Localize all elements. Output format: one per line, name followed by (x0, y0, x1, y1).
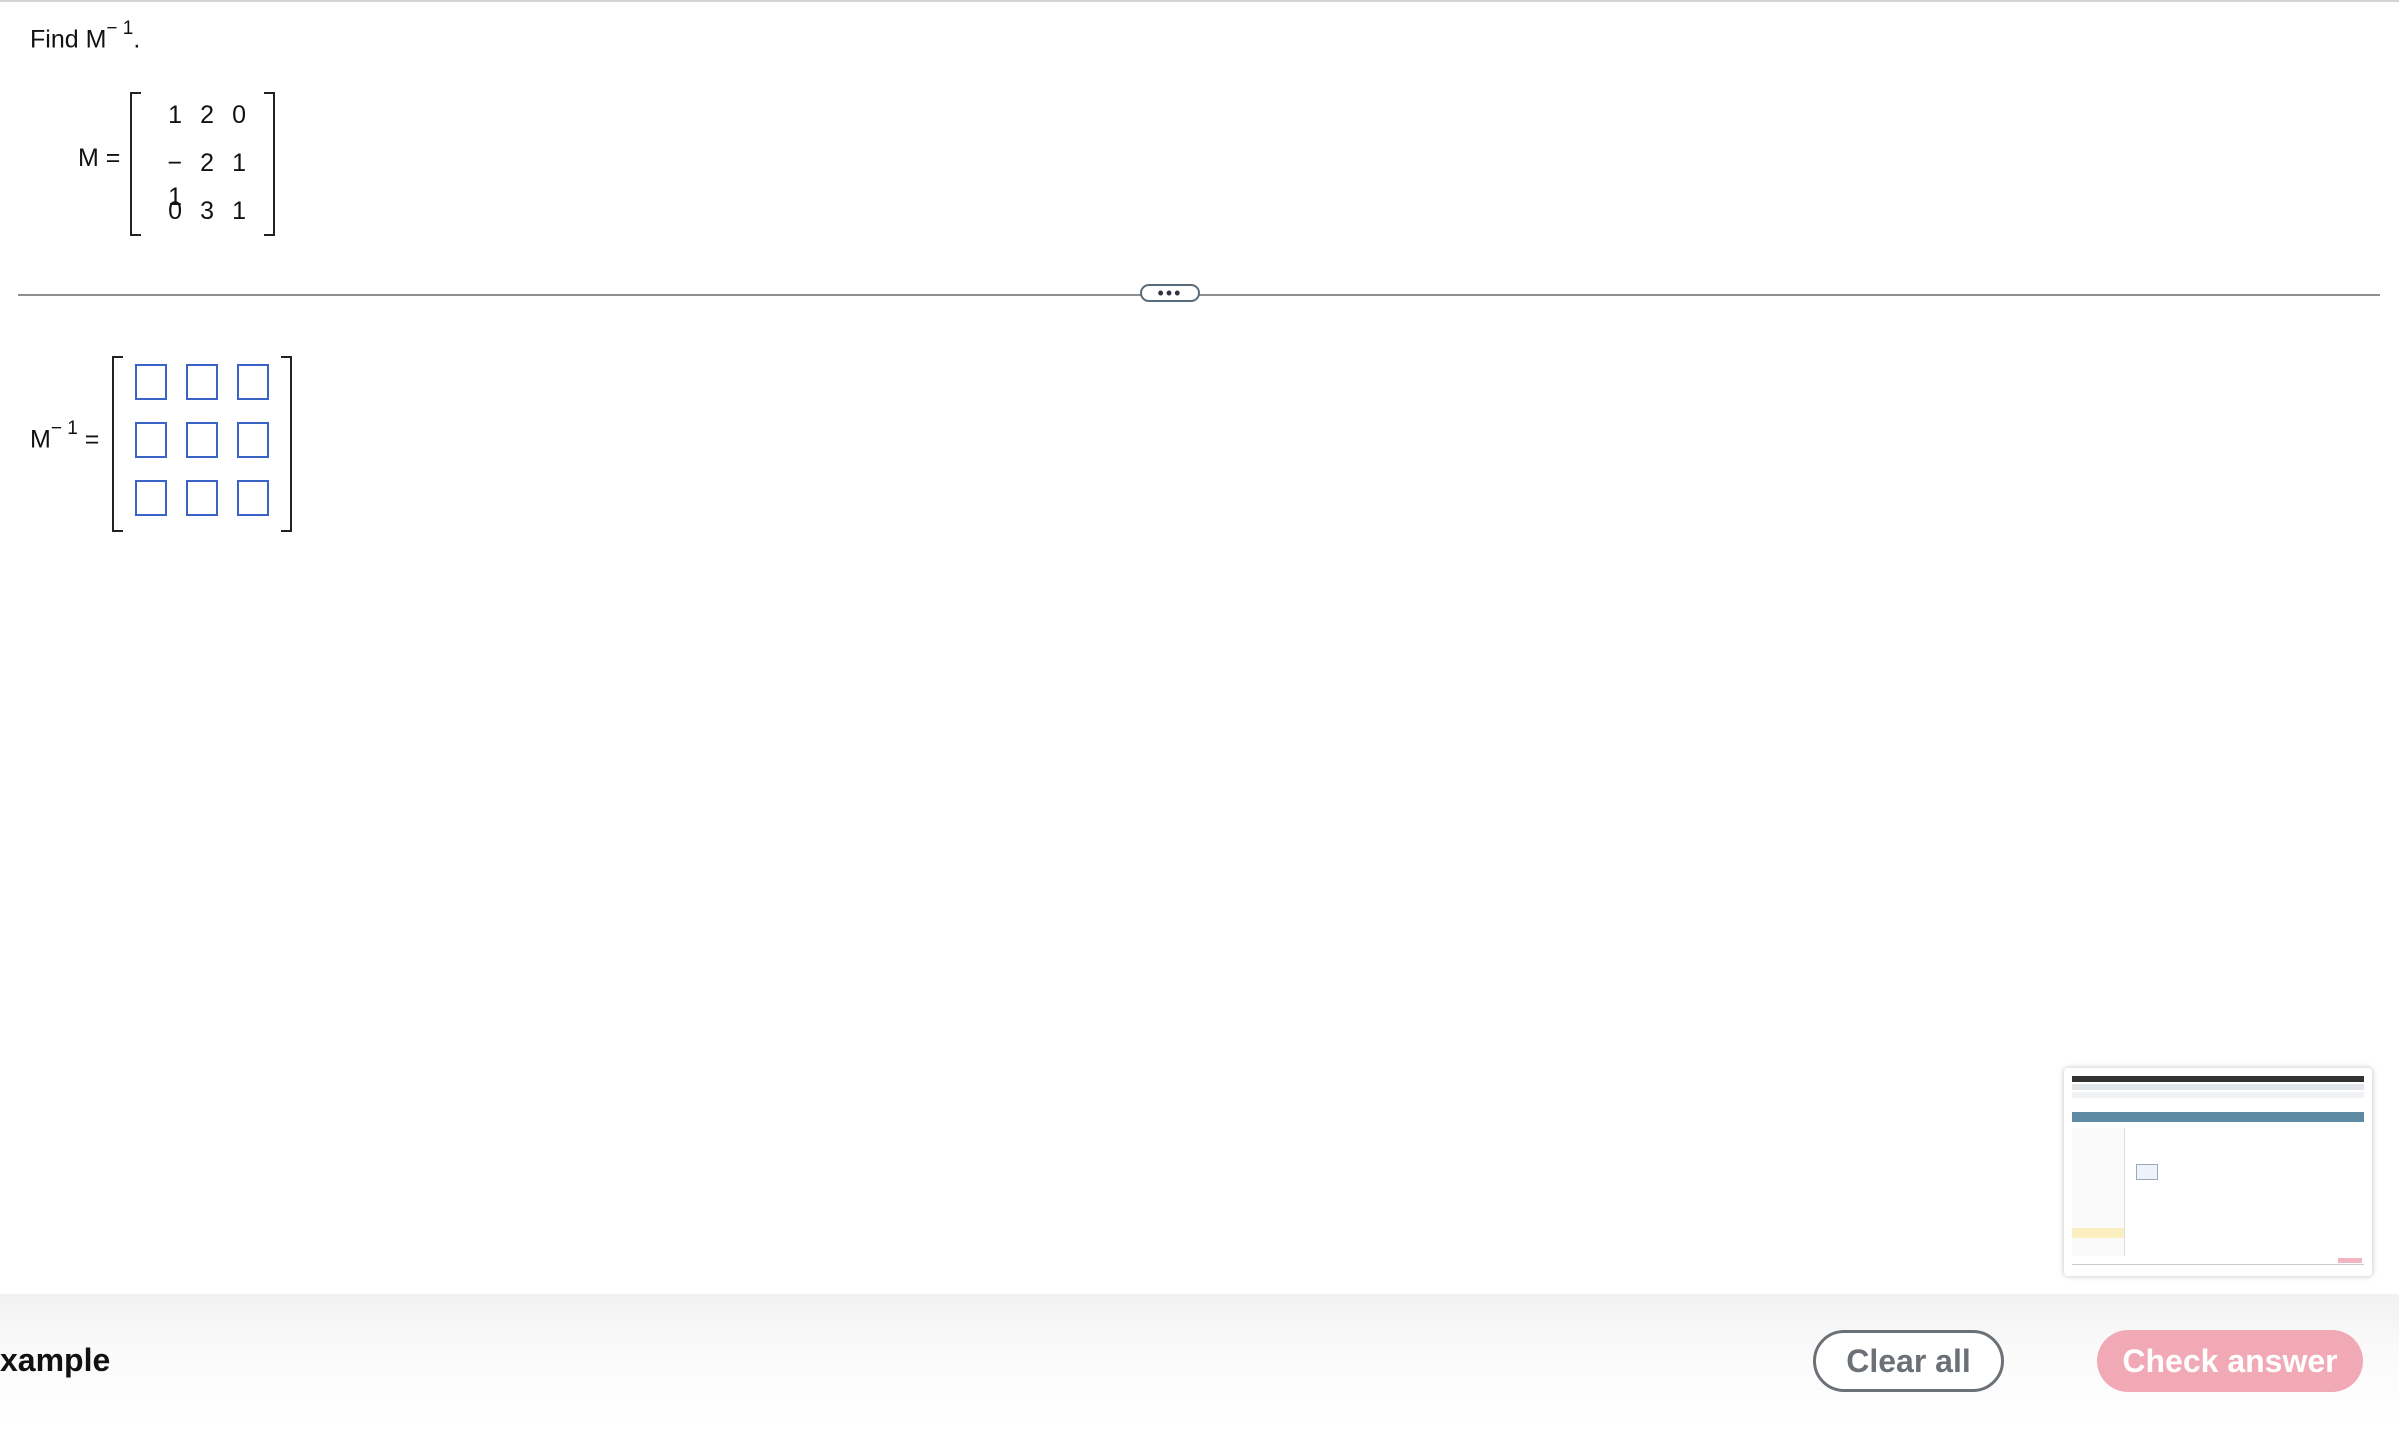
divider-expand-handle[interactable]: ••• (1140, 284, 1200, 302)
matrix-m-left-bracket (130, 92, 141, 236)
matrix-m-cell: 3 (200, 197, 214, 225)
answer-input-r1c2[interactable] (186, 364, 218, 400)
screenshot-thumbnail[interactable] (2064, 1068, 2372, 1276)
ellipsis-icon: ••• (1157, 283, 1183, 303)
answer-input-r1c3[interactable] (237, 364, 269, 400)
matrix-m-cell: 2 (200, 149, 214, 177)
footer-example-label[interactable]: xample (0, 1342, 110, 1379)
question-suffix: . (133, 25, 141, 54)
footer-bar (0, 1294, 2399, 1430)
thumbnail-tabs (2072, 1084, 2364, 1090)
thumbnail-url-bar (2072, 1092, 2364, 1098)
matrix-m-cell: − 1 (167, 149, 182, 211)
check-answer-button[interactable]: Check answer (2097, 1330, 2363, 1392)
question-text: Find M− 1. (30, 18, 141, 54)
matrix-m-cell: 1 (232, 149, 246, 177)
matrix-m-cell: 1 (168, 101, 182, 129)
thumbnail-header (2072, 1112, 2364, 1122)
answer-matrix-right-bracket (281, 356, 292, 532)
answer-input-r3c2[interactable] (186, 480, 218, 516)
clear-all-button[interactable]: Clear all (1813, 1330, 2004, 1392)
thumbnail-answer-box (2136, 1164, 2158, 1180)
answer-input-r2c2[interactable] (186, 422, 218, 458)
answer-input-r1c1[interactable] (135, 364, 167, 400)
matrix-m-label: M = (78, 144, 121, 172)
thumbnail-footer-line (2072, 1264, 2364, 1265)
answer-input-r3c1[interactable] (135, 480, 167, 516)
matrix-m-right-bracket (264, 92, 275, 236)
question-superscript: − 1 (106, 18, 134, 39)
answer-matrix-left-bracket (112, 356, 123, 532)
answer-label-equals: = (84, 425, 100, 454)
top-rule (0, 0, 2399, 2)
matrix-m-cell: 1 (232, 197, 246, 225)
answer-matrix-label: M− 1 = (30, 418, 100, 454)
matrix-m-cell: 2 (200, 101, 214, 129)
answer-input-r2c1[interactable] (135, 422, 167, 458)
answer-input-r2c3[interactable] (237, 422, 269, 458)
question-prefix: Find M (30, 25, 107, 54)
matrix-m-cell: 0 (168, 197, 182, 225)
thumbnail-highlight (2072, 1228, 2124, 1238)
answer-input-r3c3[interactable] (237, 480, 269, 516)
answer-label-superscript: − 1 (50, 418, 78, 439)
answer-matrix (135, 364, 271, 518)
matrix-m-cell: 0 (232, 101, 246, 129)
answer-label-base: M (30, 425, 51, 454)
matrix-m: 1 2 0 − 1 2 1 0 3 1 (150, 98, 250, 242)
thumbnail-check-button (2338, 1258, 2362, 1263)
thumbnail-window-bar (2072, 1076, 2364, 1082)
